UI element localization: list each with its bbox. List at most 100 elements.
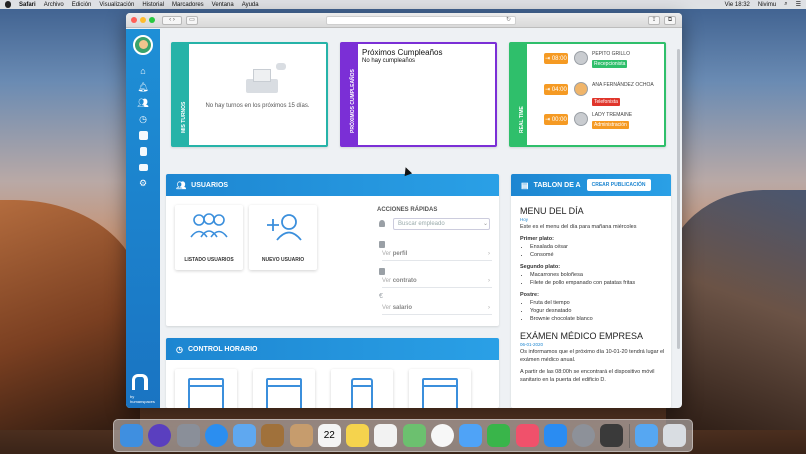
downloads-icon[interactable] — [634, 424, 658, 447]
turnos-card: MIS TURNOS No hay turnos en los próximos… — [171, 42, 328, 147]
menubar-clock[interactable]: Vie 18:32 — [725, 2, 750, 8]
employee-avatar — [574, 112, 588, 126]
calendar-icon[interactable]: 22 — [317, 424, 341, 447]
photos-icon[interactable] — [430, 424, 454, 447]
photo-booth-icon[interactable] — [600, 424, 624, 447]
view-profile-link[interactable]: Ver perfil › — [377, 239, 492, 261]
turnos-empty-message: No hay turnos en los próximos 15 días. — [205, 103, 310, 109]
menu-ayuda[interactable]: Ayuda — [242, 2, 259, 8]
realtime-row[interactable]: ⇥ 04:00 ANA FERNÁNDEZ OCHOA Telefonista — [530, 81, 664, 107]
time-control-tile[interactable] — [331, 369, 393, 408]
new-user-tile[interactable]: NUEVO USUARIO — [249, 205, 317, 270]
contacts-icon[interactable] — [289, 424, 313, 447]
users-panel-title: USUARIOS — [191, 181, 229, 189]
realtime-card: REAL TIME ⇥ 08:00 PEPITO GRILLO Recepcio… — [509, 42, 666, 147]
role-tag: Telefonista — [592, 98, 620, 106]
tabs-overview-icon[interactable]: ⧉ — [664, 16, 676, 25]
finder-icon[interactable] — [120, 424, 143, 447]
humanspaces-logo-icon — [132, 374, 148, 390]
address-bar[interactable]: ↻ — [326, 16, 516, 25]
euro-icon: € — [379, 293, 383, 300]
menu-marcadores[interactable]: Marcadores — [172, 2, 204, 8]
menubar-user[interactable]: Nivimu — [758, 2, 776, 8]
reminders-icon[interactable] — [374, 424, 398, 447]
maps-icon[interactable] — [402, 424, 426, 447]
siri-icon[interactable] — [148, 424, 172, 447]
menu-visualizacion[interactable]: Visualización — [99, 2, 134, 8]
menu-item: Filete de pollo empanado con patatas fri… — [530, 279, 666, 287]
document-icon — [379, 268, 385, 275]
apple-icon[interactable] — [5, 1, 11, 8]
board-posts: MENU DEL DÍA Hoy Este es el menu del día… — [520, 204, 666, 384]
close-window-button[interactable] — [131, 17, 137, 23]
music-icon[interactable] — [515, 424, 539, 447]
menu-item: Consomé — [530, 251, 666, 259]
facetime-icon[interactable] — [487, 424, 511, 447]
safari-icon[interactable] — [204, 424, 228, 447]
person-icon — [379, 220, 385, 227]
notes-brown-icon[interactable] — [261, 424, 285, 447]
menu-ventana[interactable]: Ventana — [212, 2, 234, 8]
id-card-icon[interactable] — [126, 159, 160, 175]
users-panel-header: 👥︎ USUARIOS — [166, 174, 499, 196]
briefcase-icon[interactable] — [126, 127, 160, 143]
board-header: ▤ TABLON DE A CREAR PUBLICACIÓN — [511, 174, 671, 196]
sidebar-toggle-icon[interactable]: ▭ — [186, 15, 198, 25]
messages-icon[interactable] — [459, 424, 482, 447]
chevron-down-icon: ⌄ — [482, 221, 488, 227]
time-control-tile[interactable] — [409, 369, 471, 408]
dock: 22 — [113, 419, 693, 452]
search-icon[interactable]: ⌕ — [784, 1, 787, 8]
menu-archivo[interactable]: Archivo — [44, 2, 64, 8]
dashboard-content: MIS TURNOS No hay turnos en los próximos… — [160, 29, 682, 408]
menu-historial[interactable]: Historial — [142, 2, 164, 8]
app-sidebar: ⌂ 🔔︎ 👥︎ ◷ ⚙ by humanspaces — [126, 29, 160, 408]
section-title: Postre: — [520, 292, 539, 298]
users-icon[interactable]: 👥︎ — [126, 95, 160, 111]
zoom-window-button[interactable] — [149, 17, 155, 23]
time-control-panel: ◷ CONTROL HORARIO — [166, 338, 499, 408]
control-center-icon[interactable]: ☰ — [796, 1, 801, 8]
realtime-row[interactable]: ⇥ 08:00 PEPITO GRILLO Recepcionista — [530, 50, 664, 76]
clock-icon[interactable]: ◷ — [126, 111, 160, 127]
preferences-icon[interactable] — [572, 424, 595, 447]
post-text: A partir de las 08:00h se encontrará el … — [520, 369, 655, 383]
notes-icon[interactable] — [346, 424, 369, 447]
page-scrollbar[interactable] — [677, 49, 680, 349]
realtime-row[interactable]: ⇥ 00:00 LADY TREMAINE Administración — [530, 111, 664, 137]
brand-logo: by humanspaces — [130, 374, 160, 404]
launchpad-icon[interactable] — [176, 424, 200, 447]
board-title: TABLON DE A — [533, 181, 581, 189]
time-control-tile[interactable] — [175, 369, 237, 408]
minimize-window-button[interactable] — [140, 17, 146, 23]
post-intro: Este es el menu del día para mañana miér… — [520, 224, 637, 230]
menu-item: Brownie chocolate blanco — [530, 315, 666, 323]
time-control-tile[interactable] — [253, 369, 315, 408]
create-post-button[interactable]: CREAR PUBLICACIÓN — [586, 179, 651, 191]
wallpaper-mountain — [666, 190, 806, 430]
bell-icon[interactable]: 🔔︎ — [126, 79, 160, 95]
share-icon[interactable]: ⇪ — [648, 16, 660, 25]
entry-time-badge: ⇥ 08:00 — [544, 53, 568, 64]
menu-edicion[interactable]: Edición — [72, 2, 92, 8]
user-avatar[interactable] — [133, 35, 153, 55]
dock-separator — [628, 423, 630, 448]
employee-name: LADY TREMAINE — [592, 112, 633, 118]
home-icon[interactable]: ⌂ — [126, 63, 160, 79]
view-target: salario — [392, 305, 413, 311]
menu-app[interactable]: Safari — [19, 2, 36, 8]
birthdays-tab: PRÓXIMOS CUMPLEAÑOS — [342, 44, 358, 145]
employee-search-select[interactable]: Buscar empleado — [393, 218, 490, 230]
gear-icon[interactable]: ⚙ — [126, 175, 160, 191]
back-forward-buttons[interactable]: ‹ › — [162, 15, 182, 25]
view-salary-link[interactable]: € Ver salario › — [377, 293, 492, 315]
trash-icon[interactable] — [663, 424, 686, 447]
mail-icon[interactable] — [233, 424, 256, 447]
appstore-icon[interactable] — [543, 424, 567, 447]
birthdays-title: Próximos Cumpleaños — [362, 48, 443, 57]
view-contract-link[interactable]: Ver contrato › — [377, 266, 492, 288]
menu-item: Fruta del tiempo — [530, 299, 666, 307]
list-users-tile[interactable]: LISTADO USUARIOS — [175, 205, 243, 270]
document-icon[interactable] — [126, 143, 160, 159]
list-users-label: LISTADO USUARIOS — [184, 257, 234, 263]
